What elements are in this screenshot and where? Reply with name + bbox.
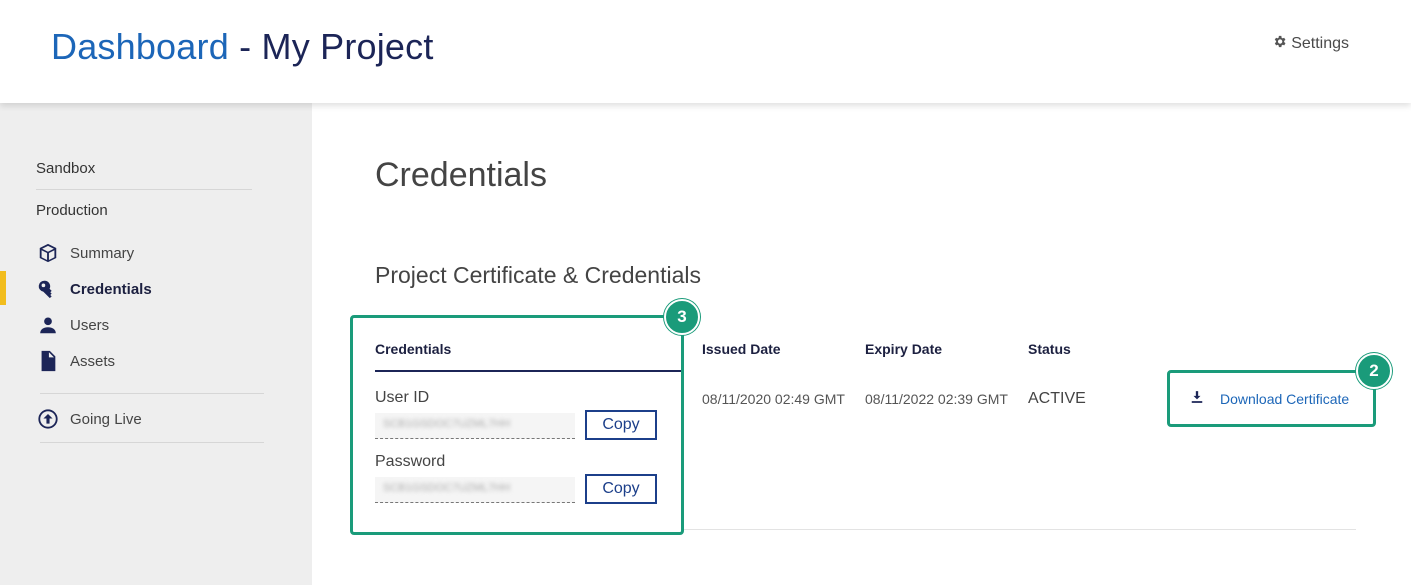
top-header: Dashboard - My Project Settings — [0, 0, 1411, 103]
app-title-separator: - — [228, 26, 262, 67]
arrow-up-circle-icon — [36, 407, 60, 431]
callout-badge-2: 2 — [1356, 353, 1392, 389]
column-header-expiry-date: Expiry Date — [865, 341, 943, 357]
sidebar-item-going-live[interactable]: Going Live — [36, 407, 142, 431]
sidebar-item-assets[interactable]: Assets — [36, 349, 115, 373]
issued-date-value: 08/11/2020 02:49 GMT — [702, 391, 845, 407]
sidebar-section-sandbox[interactable]: Sandbox — [36, 160, 95, 177]
page-title: Credentials — [375, 156, 547, 194]
file-icon — [36, 349, 60, 373]
status-value: ACTIVE — [1028, 390, 1086, 407]
gear-icon — [1272, 34, 1287, 54]
sidebar-divider — [40, 393, 264, 394]
sidebar-item-credentials[interactable]: Credentials — [36, 277, 152, 301]
settings-label: Settings — [1291, 35, 1349, 52]
sidebar-item-assets-label: Assets — [70, 352, 116, 370]
column-header-issued-date: Issued Date — [702, 341, 781, 357]
app-title-project: My Project — [261, 26, 434, 67]
sidebar-divider — [40, 442, 264, 443]
sidebar-item-summary[interactable]: Summary — [36, 241, 134, 265]
sidebar-item-credentials-label: Credentials — [70, 280, 152, 298]
table-row-divider — [682, 529, 1356, 530]
app-title-dashboard[interactable]: Dashboard — [51, 26, 229, 67]
sidebar-item-users-label: Users — [70, 316, 110, 334]
sidebar-section-production[interactable]: Production — [36, 202, 108, 219]
active-nav-marker — [0, 271, 6, 305]
user-icon — [36, 313, 60, 337]
callout-box-credentials — [350, 315, 684, 535]
callout-box-download — [1167, 370, 1376, 427]
sidebar-item-users[interactable]: Users — [36, 313, 109, 337]
cube-icon — [36, 241, 60, 265]
sidebar-divider — [36, 189, 252, 190]
expiry-date-value: 08/11/2022 02:39 GMT — [865, 391, 1008, 407]
sidebar-item-going-live-label: Going Live — [70, 410, 142, 428]
sidebar-item-summary-label: Summary — [70, 244, 135, 262]
column-header-status: Status — [1028, 341, 1071, 357]
section-title: Project Certificate & Credentials — [375, 262, 701, 288]
callout-badge-3: 3 — [664, 299, 700, 335]
settings-link[interactable]: Settings — [1272, 34, 1349, 54]
app-title: Dashboard - My Project — [51, 26, 434, 68]
key-icon — [36, 277, 60, 301]
